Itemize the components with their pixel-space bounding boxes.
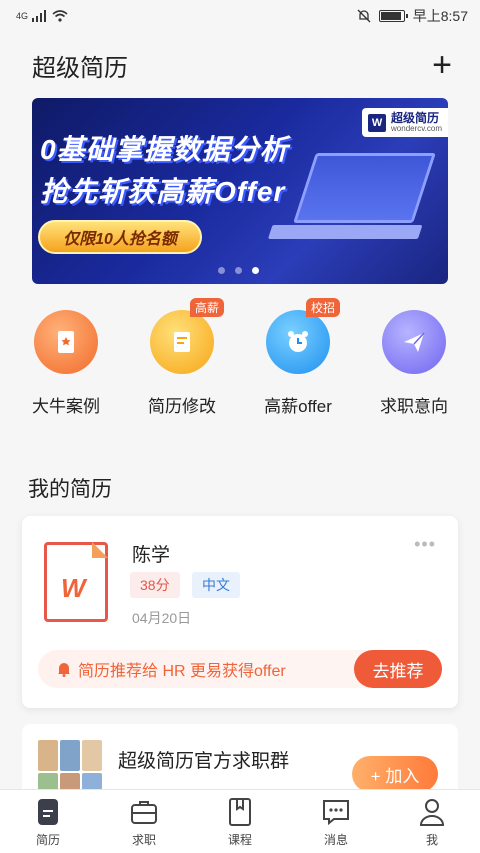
bookmark-book-icon [34, 310, 98, 374]
status-right: 早上8:57 [357, 6, 468, 26]
bottom-tab-bar: 简历 求职 课程 消息 我 [0, 789, 480, 853]
app-header: 超级简历 + [0, 32, 480, 98]
wifi-icon [52, 10, 68, 22]
banner-headline-1: 0基础掌握数据分析 [40, 134, 289, 165]
tab-messages[interactable]: 消息 [288, 790, 384, 853]
carousel-dot-active[interactable] [252, 267, 259, 274]
quick-nav-cases[interactable]: 大牛案例 [10, 310, 122, 417]
document-edit-icon [150, 310, 214, 374]
resume-card[interactable]: W 陈学 ••• 38分 中文 04月20日 简历推荐给 HR 更易获得offe… [22, 516, 458, 708]
signal-icon [32, 10, 47, 22]
avatar [82, 740, 102, 771]
paper-plane-icon [382, 310, 446, 374]
bell-icon [58, 663, 70, 677]
status-bar: 4G 早上8:57 [0, 0, 480, 32]
promo-banner[interactable]: W 超级简历 wondercv.com 0基础掌握数据分析 抢先斩获高薪Offe… [32, 98, 448, 284]
carousel-dots [218, 267, 259, 274]
quick-nav-intention[interactable]: 求职意向 [358, 310, 470, 417]
my-resumes-title: 我的简历 [28, 478, 112, 501]
clock: 早上8:57 [412, 8, 468, 24]
join-group-button[interactable]: + 加入 [352, 756, 438, 792]
resume-name: 陈学 [132, 545, 171, 566]
badge-high-salary: 高薪 [190, 298, 225, 317]
resume-document-icon: W [44, 542, 108, 622]
profile-icon [419, 798, 445, 826]
tab-label: 消息 [323, 832, 348, 847]
battery-icon [378, 10, 408, 22]
quick-nav-label: 求职意向 [380, 397, 448, 416]
tab-label: 简历 [35, 832, 60, 847]
tab-label: 课程 [227, 832, 252, 847]
recommend-button[interactable]: 去推荐 [354, 650, 442, 688]
mute-bell-icon [357, 9, 371, 23]
quick-nav-label: 大牛案例 [32, 397, 100, 416]
quick-nav-label: 高薪offer [264, 397, 332, 416]
recommend-bar: 简历推荐给 HR 更易获得offer 去推荐 [38, 650, 442, 688]
tab-label: 求职 [131, 832, 156, 847]
quick-nav-label: 简历修改 [148, 397, 216, 416]
tab-label: 我 [425, 832, 438, 847]
tab-resume[interactable]: 简历 [0, 790, 96, 853]
carousel-dot[interactable] [218, 267, 225, 274]
badge-campus: 校招 [306, 298, 341, 317]
more-options-icon[interactable]: ••• [414, 534, 436, 555]
network-label: 4G [16, 11, 29, 21]
quick-nav-offer[interactable]: 校招 高薪offer [242, 298, 354, 417]
group-title: 超级简历官方求职群 [118, 751, 290, 772]
resume-icon [38, 798, 58, 825]
tab-jobs[interactable]: 求职 [96, 790, 192, 853]
banner-cta-button[interactable]: 仅限10人抢名额 [38, 220, 202, 254]
briefcase-icon [131, 800, 157, 824]
avatar [60, 740, 80, 771]
alarm-clock-icon [266, 310, 330, 374]
status-left: 4G [16, 10, 68, 22]
banner-headline-2: 抢先斩获高薪Offer [40, 176, 286, 207]
tab-me[interactable]: 我 [384, 790, 480, 853]
resume-score-badge: 38分 [130, 572, 180, 598]
resume-date: 04月20日 [132, 610, 192, 626]
quick-nav-resume-edit[interactable]: 高薪 简历修改 [126, 298, 238, 417]
avatar [38, 740, 58, 771]
wondercv-logo: W 超级简历 wondercv.com [362, 108, 448, 138]
tab-courses[interactable]: 课程 [192, 790, 288, 853]
message-icon [323, 799, 349, 825]
carousel-dot[interactable] [235, 267, 242, 274]
plus-icon[interactable]: + [432, 48, 452, 82]
recommend-text: 简历推荐给 HR 更易获得offer [78, 663, 286, 680]
logo-url: wondercv.com [391, 124, 442, 134]
page-title: 超级简历 [32, 54, 128, 82]
quick-nav: 大牛案例 高薪 简历修改 校招 高薪offer 求职意向 [0, 298, 480, 417]
book-icon [229, 797, 251, 826]
w-logo-icon: W [368, 113, 387, 132]
resume-language-badge: 中文 [192, 572, 240, 598]
